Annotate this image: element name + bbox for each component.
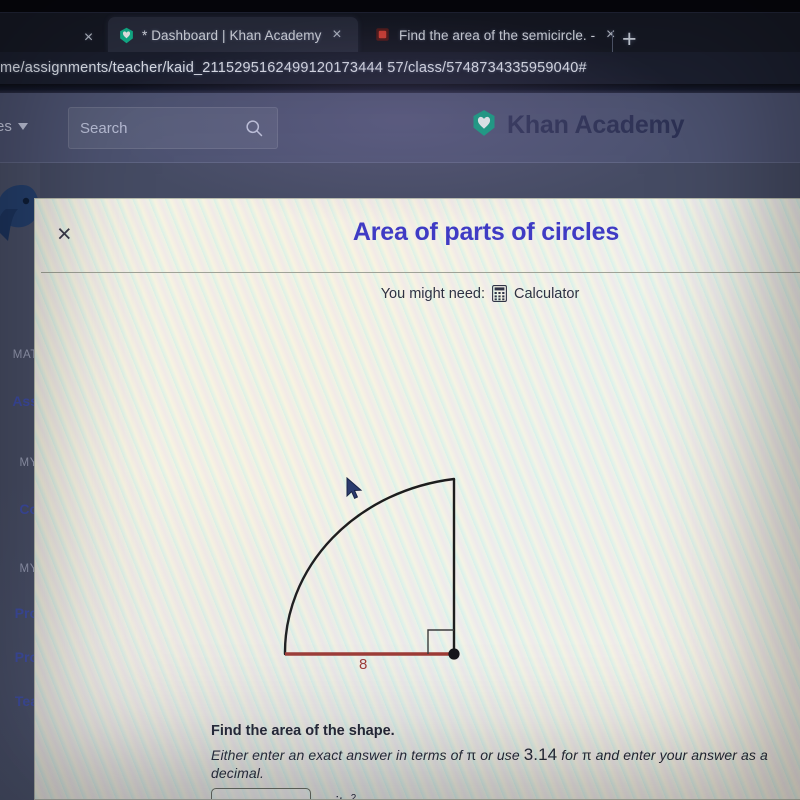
units-text: units [319,794,351,800]
page-title: Area of parts of circles [352,218,620,246]
question-title: Find the area of the shape. [211,723,395,739]
ka-navbar: es Search Khan Academy [0,93,800,163]
search-icon [244,118,265,139]
question-sub-mid2: for [557,747,582,763]
pi-symbol-2: π [581,747,592,763]
question-sub-mid: or use [476,747,524,763]
chrome-shadow [0,84,800,93]
url-text: me/assignments/teacher/kaid_211529516249… [0,60,587,76]
search-placeholder: Search [80,119,128,137]
ka-logo-icon [470,109,498,142]
browser-tab-semicircle[interactable]: Find the area of the semicircle. - × [365,17,615,53]
nav-courses-label: es [0,118,12,135]
calculator-icon [492,285,507,302]
question-subtitle: Either enter an exact answer in terms of… [211,745,800,781]
screenshot-root: × * Dashboard | Khan Academy × Find the … [0,0,800,800]
nav-courses-menu[interactable]: es [0,118,28,135]
tab-close-icon-dashboard[interactable]: × [328,27,345,43]
answer-row: units2 [211,788,356,800]
tabstrip-divider [612,31,613,53]
answer-input[interactable] [211,788,311,799]
browser-address-bar[interactable]: me/assignments/teacher/kaid_211529516249… [0,52,800,84]
browser-tab-dashboard[interactable]: * Dashboard | Khan Academy × [108,17,358,53]
quarter-circle-figure: 8 [247,467,477,677]
ka-logo[interactable]: Khan Academy [470,109,684,142]
pi-approx-value: 3.14 [523,745,558,764]
calculator-label: Calculator [514,285,580,302]
search-input[interactable]: Search [68,107,278,149]
tab-close-icon-semicircle[interactable]: × [602,27,619,43]
modal-divider [41,272,800,273]
radius-label: 8 [359,656,368,673]
leading-close-icon[interactable]: × [80,30,97,46]
units-label: units2 [319,793,356,800]
tab-title-semicircle: Find the area of the semicircle. - [399,27,596,43]
might-need-row: You might need: Calculator [35,285,800,302]
units-exponent: 2 [350,792,357,800]
ka-logo-text: Khan Academy [507,111,685,139]
khan-academy-page: es Search Khan Academy MAT Ass MY Co MY … [0,93,800,800]
khan-academy-icon [118,27,135,44]
browser-tabstrip: × * Dashboard | Khan Academy × Find the … [0,12,800,53]
question-sub-pre: Either enter an exact answer in terms of [211,747,467,763]
brainly-icon [375,27,392,44]
window-titlebar [0,0,800,12]
new-tab-button[interactable]: + [622,27,637,52]
exercise-modal: × Area of parts of circles You might nee… [34,198,800,800]
chevron-down-icon [17,123,28,130]
might-need-label: You might need: [380,285,485,302]
tab-title-dashboard: * Dashboard | Khan Academy [142,27,322,43]
modal-header: × Area of parts of circles [35,199,800,272]
pi-symbol-1: π [466,747,477,763]
